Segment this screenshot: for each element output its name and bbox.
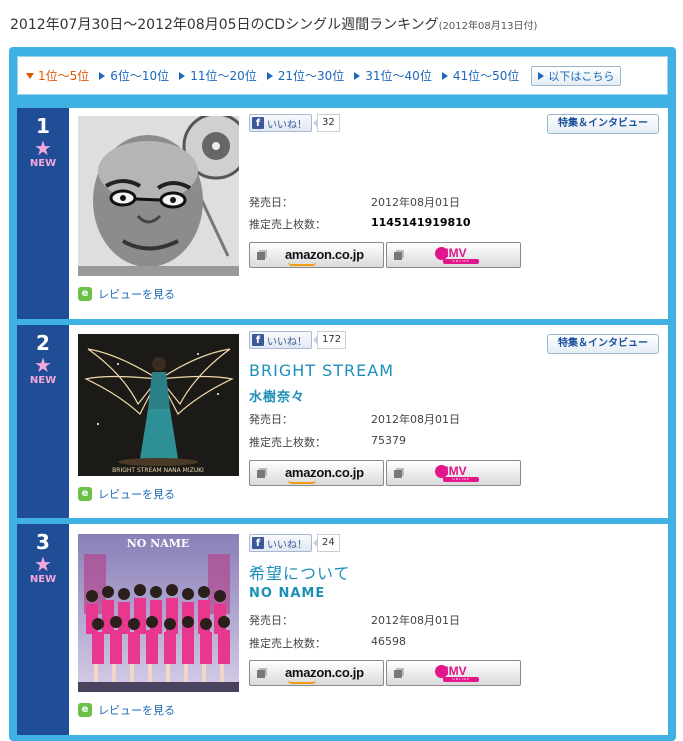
album-cover[interactable]: BRIGHT STREAM NANA MIZUKI — [78, 334, 239, 476]
like-count: 172 — [312, 331, 347, 349]
rank-number: 3 — [36, 530, 50, 554]
tab-rank-21-30[interactable]: 21位～30位 — [266, 67, 344, 84]
new-badge: NEW — [29, 574, 57, 585]
facebook-icon: f — [252, 117, 264, 129]
hmv-logo: HMV ONLINE — [435, 464, 483, 482]
release-date-label: 発売日： — [249, 196, 293, 209]
triangle-right-icon — [266, 71, 273, 80]
facebook-icon: f — [252, 334, 264, 346]
review-link[interactable]: e レビューを見る — [78, 286, 175, 302]
amazon-smile-icon — [288, 680, 316, 684]
estimated-sales-value: 1145141919810 — [371, 216, 471, 229]
tab-rank-31-40[interactable]: 31位～40位 — [354, 67, 432, 84]
album-cover[interactable]: NO NAME — [78, 534, 239, 692]
tab-rank-11-20[interactable]: 11位～20位 — [179, 67, 257, 84]
like-button[interactable]: f いいね！ — [249, 114, 312, 132]
review-link[interactable]: e レビューを見る — [78, 702, 175, 718]
release-date-label: 発売日： — [249, 413, 293, 426]
rank-range-tabs: 1位～5位 6位～10位 11位～20位 21位～30位 31位～40位 41位… — [17, 56, 668, 95]
release-date-label: 発売日： — [249, 614, 293, 627]
review-icon: e — [78, 287, 92, 301]
like-button[interactable]: f いいね！ — [249, 331, 312, 349]
star-icon: ★ — [34, 353, 52, 377]
facebook-like: f いいね！ 32 — [249, 114, 340, 132]
facebook-like: f いいね！ 24 — [249, 534, 340, 552]
page-title-text: 2012年07月30日～2012年08月05日のCDシングル週間ランキング — [10, 17, 439, 33]
rank-number: 1 — [36, 114, 50, 138]
estimated-sales-label: 推定売上枚数： — [249, 436, 326, 449]
hmv-logo: HMV ONLINE — [435, 664, 483, 682]
tab-rank-6-10[interactable]: 6位～10位 — [99, 67, 169, 84]
more-ranks-button[interactable]: 以下はこちら — [531, 65, 622, 86]
estimated-sales-value: 75379 — [371, 434, 406, 447]
amazon-logo: amazon.co.jp — [285, 465, 364, 480]
external-link-icon — [257, 470, 265, 478]
facebook-icon: f — [252, 537, 264, 549]
star-icon: ★ — [34, 552, 52, 576]
review-icon: e — [78, 487, 92, 501]
new-badge: NEW — [29, 375, 57, 386]
triangle-right-icon — [538, 71, 545, 80]
estimated-sales-label: 推定売上枚数： — [249, 637, 326, 650]
artist-name[interactable]: 水樹奈々 — [249, 386, 305, 405]
hmv-logo: HMV ONLINE — [435, 246, 483, 264]
external-link-icon — [394, 252, 402, 260]
release-date-value: 2012年08月01日 — [371, 196, 460, 209]
estimated-sales-label: 推定売上枚数： — [249, 218, 326, 231]
amazon-logo: amazon.co.jp — [285, 665, 364, 680]
page-title: 2012年07月30日～2012年08月05日のCDシングル週間ランキング(20… — [10, 14, 537, 34]
svg-text:NO NAME: NO NAME — [127, 537, 190, 550]
ranking-item-1: 1 ★ NEW f いいね！ 32 特集＆インタビュー 発売日： 2012年08… — [17, 108, 668, 319]
external-link-icon — [257, 670, 265, 678]
feature-interview-button[interactable]: 特集＆インタビュー — [547, 334, 659, 354]
rank-badge-column: 2 ★ NEW — [17, 325, 69, 518]
triangle-right-icon — [354, 71, 361, 80]
tab-rank-41-50[interactable]: 41位～50位 — [441, 67, 519, 84]
single-title[interactable]: BRIGHT STREAM — [249, 361, 394, 380]
ranking-item-2: 2 ★ NEW BRIGHT STREAM NANA MIZUKI f いいね！ … — [17, 325, 668, 518]
amazon-logo: amazon.co.jp — [285, 247, 364, 262]
artist-name[interactable]: NO NAME — [249, 586, 325, 601]
rank-number: 2 — [36, 331, 50, 355]
amazon-smile-icon — [288, 480, 316, 484]
triangle-right-icon — [441, 71, 448, 80]
release-date-value: 2012年08月01日 — [371, 413, 460, 426]
new-badge: NEW — [29, 158, 57, 169]
single-title[interactable]: 希望について — [249, 560, 351, 584]
hmv-button[interactable]: HMV ONLINE — [386, 242, 521, 268]
hmv-button[interactable]: HMV ONLINE — [386, 460, 521, 486]
ranking-item-3: 3 ★ NEW NO NAME f いいね！ 24 希望について NO NAME… — [17, 524, 668, 735]
album-cover[interactable] — [78, 116, 239, 276]
amazon-smile-icon — [288, 262, 316, 266]
tab-rank-1-5[interactable]: 1位～5位 — [26, 67, 89, 84]
triangle-right-icon — [179, 71, 186, 80]
external-link-icon — [394, 670, 402, 678]
amazon-button[interactable]: amazon.co.jp — [249, 242, 384, 268]
review-icon: e — [78, 703, 92, 717]
rank-badge-column: 1 ★ NEW — [17, 108, 69, 319]
review-link[interactable]: e レビューを見る — [78, 486, 175, 502]
external-link-icon — [394, 470, 402, 478]
estimated-sales-value: 46598 — [371, 635, 406, 648]
like-count: 24 — [313, 534, 340, 552]
external-link-icon — [257, 252, 265, 260]
release-date-value: 2012年08月01日 — [371, 614, 460, 627]
rank-badge-column: 3 ★ NEW — [17, 524, 69, 735]
like-count: 32 — [313, 114, 340, 132]
facebook-like: f いいね！ 172 — [249, 331, 347, 349]
amazon-button[interactable]: amazon.co.jp — [249, 660, 384, 686]
like-button[interactable]: f いいね！ — [249, 534, 312, 552]
svg-text:BRIGHT STREAM NANA MIZUKI: BRIGHT STREAM NANA MIZUKI — [112, 467, 204, 474]
triangle-down-icon — [26, 72, 34, 79]
triangle-right-icon — [99, 71, 106, 80]
star-icon: ★ — [34, 136, 52, 160]
feature-interview-button[interactable]: 特集＆インタビュー — [547, 114, 659, 134]
page-title-date-note: (2012年08月13日付) — [438, 21, 538, 32]
hmv-button[interactable]: HMV ONLINE — [386, 660, 521, 686]
amazon-button[interactable]: amazon.co.jp — [249, 460, 384, 486]
